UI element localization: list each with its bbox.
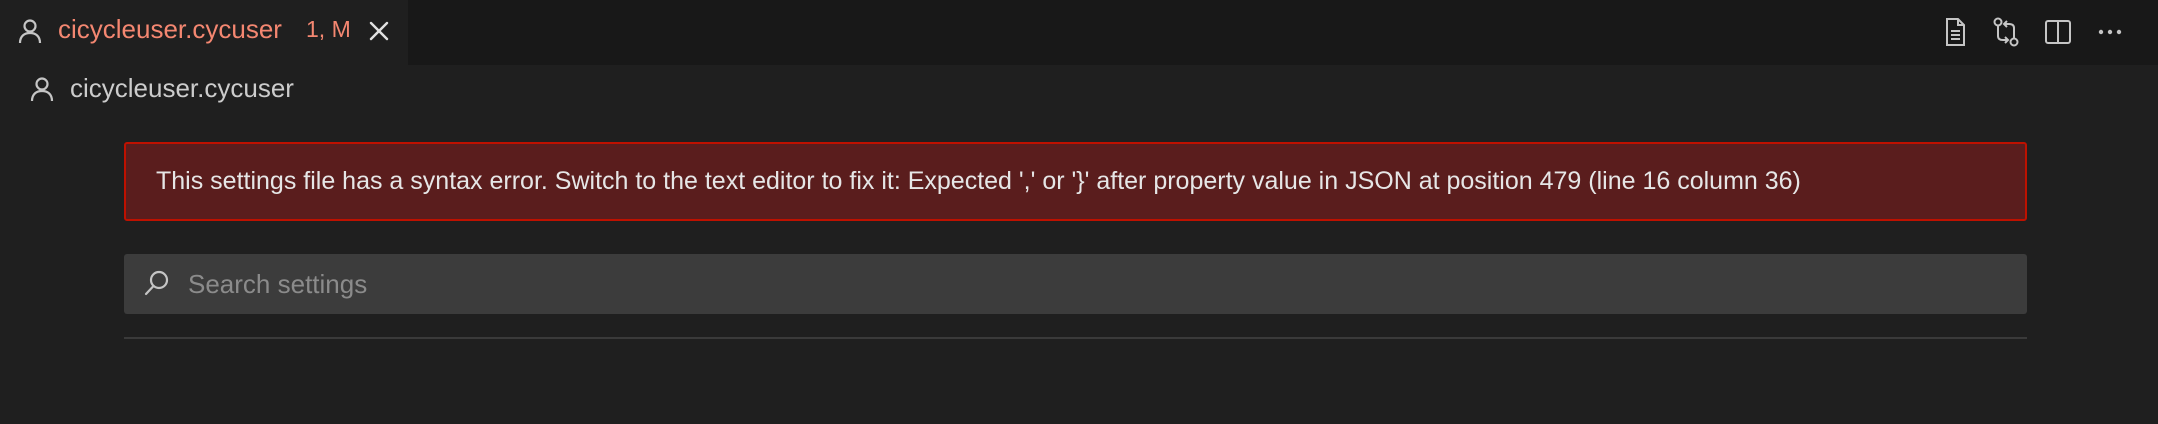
breadcrumb-label: cicycleuser.cycuser: [70, 73, 294, 103]
divider: [124, 337, 2027, 339]
git-compare-icon[interactable]: [1988, 14, 2024, 50]
file-icon[interactable]: [1937, 14, 1973, 50]
ellipsis-icon[interactable]: [2092, 14, 2128, 50]
editor-tab-bar: cicycleuser.cycuser 1, M: [0, 0, 2158, 65]
person-icon: [28, 75, 56, 103]
settings-search-box[interactable]: [124, 254, 2027, 314]
search-icon: [142, 268, 172, 298]
tab-title: cicycleuser.cycuser: [58, 14, 282, 44]
person-icon: [16, 17, 44, 45]
close-icon[interactable]: [366, 18, 392, 44]
search-input[interactable]: [188, 254, 2008, 314]
syntax-error-banner: This settings file has a syntax error. S…: [124, 142, 2027, 221]
tab-status-badge: 1, M: [306, 16, 351, 42]
tab-settings-file[interactable]: cicycleuser.cycuser 1, M: [0, 0, 408, 65]
error-message: This settings file has a syntax error. S…: [156, 167, 1801, 195]
split-editor-icon[interactable]: [2040, 14, 2076, 50]
